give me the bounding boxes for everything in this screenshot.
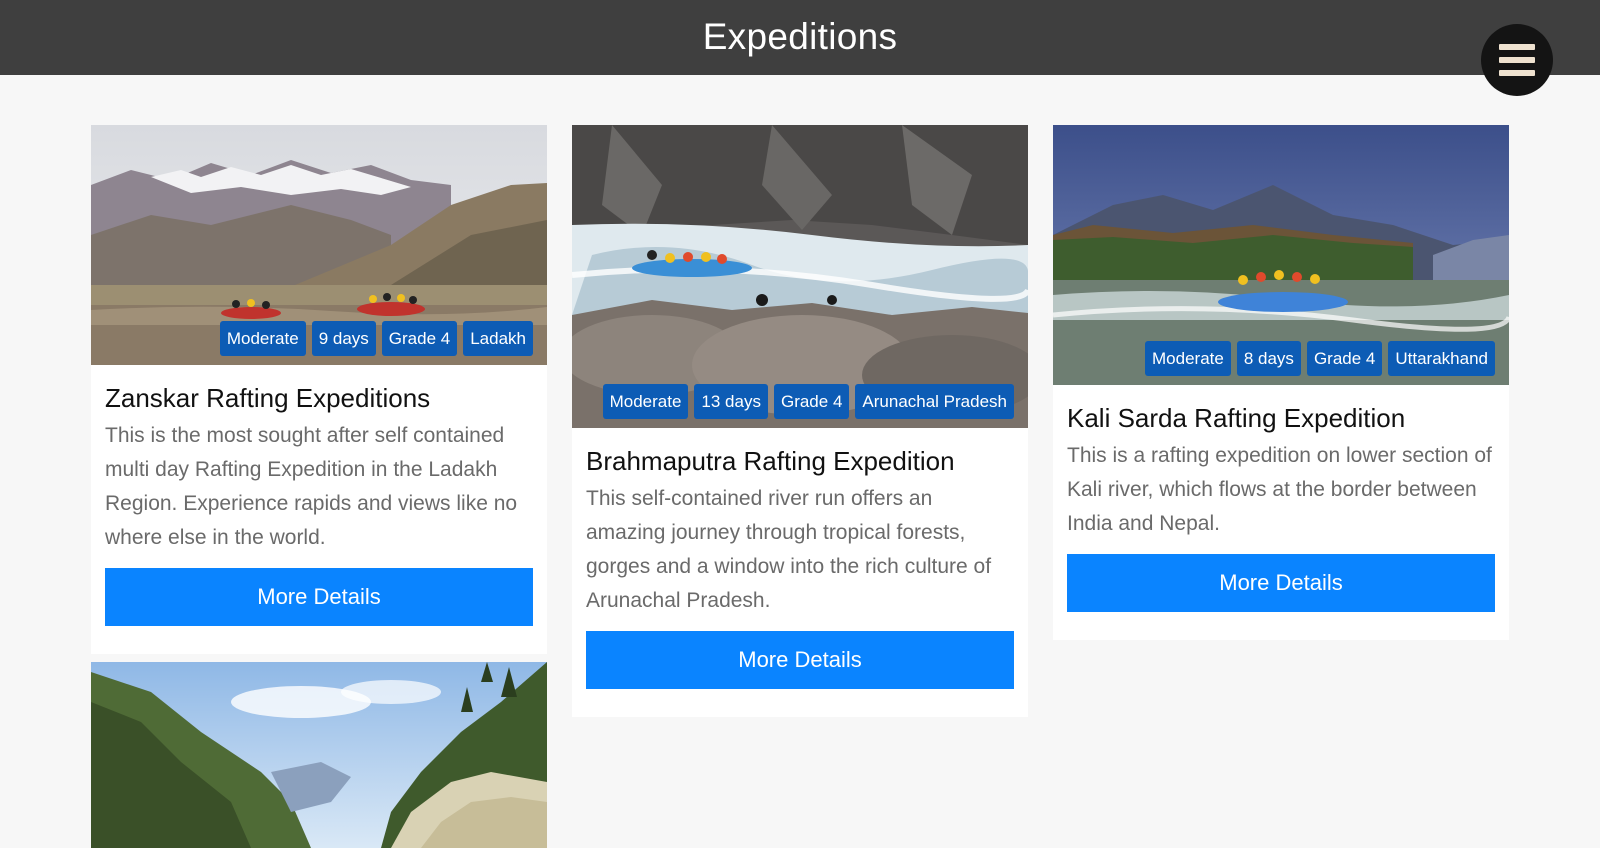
valley-river-image bbox=[91, 662, 547, 848]
brahmaputra-river-image bbox=[572, 125, 1028, 428]
region-tag: Arunachal Pradesh bbox=[855, 384, 1014, 419]
card-title: Brahmaputra Rafting Expedition bbox=[586, 446, 955, 476]
more-details-button[interactable]: More Details bbox=[586, 631, 1014, 689]
duration-tag: 9 days bbox=[311, 321, 376, 356]
expedition-card-zanskar: Moderate 9 days Grade 4 Ladakh Zanskar R… bbox=[91, 125, 547, 654]
grade-tag: Grade 4 bbox=[381, 321, 458, 356]
tag-list: Moderate 8 days Grade 4 Uttarakhand bbox=[1145, 341, 1495, 376]
card-description: This self-contained river run offers an … bbox=[586, 487, 992, 612]
card-photo: Moderate 9 days Grade 4 Ladakh bbox=[91, 125, 547, 365]
card-description: This is the most sought after self conta… bbox=[105, 424, 518, 549]
region-tag: Ladakh bbox=[463, 321, 533, 356]
card-photo: Moderate 13 days Grade 4 Arunachal Prade… bbox=[572, 125, 1028, 428]
duration-tag: 8 days bbox=[1236, 341, 1301, 376]
more-details-button[interactable]: More Details bbox=[1067, 554, 1495, 612]
tag-list: Moderate 13 days Grade 4 Arunachal Prade… bbox=[602, 384, 1014, 419]
card-photo bbox=[91, 662, 547, 848]
difficulty-tag: Moderate bbox=[1145, 341, 1231, 376]
card-body: Kali Sarda Rafting Expedition This is a … bbox=[1053, 385, 1509, 640]
card-title: Zanskar Rafting Expeditions bbox=[105, 383, 431, 413]
card-body: Brahmaputra Rafting Expedition This self… bbox=[572, 428, 1028, 717]
card-photo: Moderate 8 days Grade 4 Uttarakhand bbox=[1053, 125, 1509, 385]
difficulty-tag: Moderate bbox=[602, 384, 689, 419]
top-bar: Expeditions bbox=[0, 0, 1600, 75]
grade-tag: Grade 4 bbox=[1306, 341, 1383, 376]
expedition-card-kali-sarda: Moderate 8 days Grade 4 Uttarakhand Kali… bbox=[1053, 125, 1509, 640]
card-description: This is a rafting expedition on lower se… bbox=[1067, 444, 1492, 535]
duration-tag: 13 days bbox=[694, 384, 768, 419]
expedition-card-brahmaputra: Moderate 13 days Grade 4 Arunachal Prade… bbox=[572, 125, 1028, 717]
card-body: Zanskar Rafting Expeditions This is the … bbox=[91, 365, 547, 654]
tag-list: Moderate 9 days Grade 4 Ladakh bbox=[219, 321, 533, 356]
region-tag: Uttarakhand bbox=[1388, 341, 1495, 376]
grade-tag: Grade 4 bbox=[773, 384, 850, 419]
expedition-card-4 bbox=[91, 662, 547, 848]
hamburger-icon bbox=[1499, 44, 1535, 76]
difficulty-tag: Moderate bbox=[219, 321, 306, 356]
more-details-button[interactable]: More Details bbox=[105, 568, 533, 626]
page-title: Expeditions bbox=[702, 15, 898, 57]
card-title: Kali Sarda Rafting Expedition bbox=[1067, 403, 1406, 433]
hamburger-menu-button[interactable] bbox=[1481, 24, 1553, 96]
